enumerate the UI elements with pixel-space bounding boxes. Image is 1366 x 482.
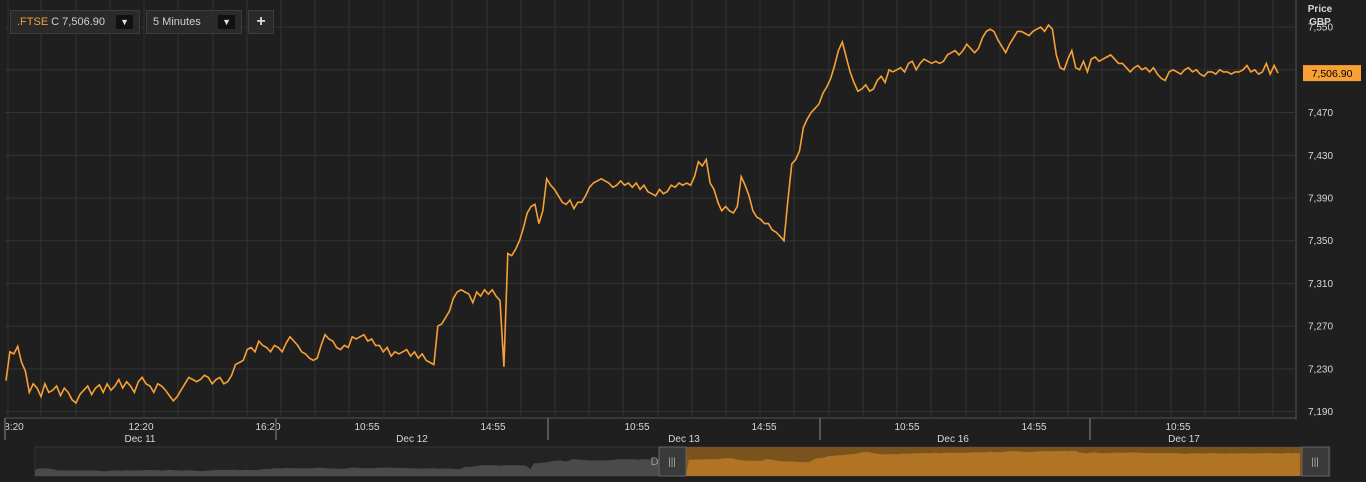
price-chart: 7,5507,5107,4707,4307,3907,3507,3107,270…: [4, 0, 1361, 477]
x-tick-label: 14:55: [751, 422, 776, 433]
chevron-down-icon[interactable]: ▼: [218, 15, 235, 29]
x-tick-label: 10:55: [354, 422, 379, 433]
last-price-marker: 7,506.90: [1303, 65, 1361, 82]
x-tick-label: 16:20: [255, 422, 280, 433]
y-tick-label: 7,350: [1308, 236, 1333, 247]
y-tick-label: 7,230: [1308, 364, 1333, 375]
chart-toolbar: .FTSE C 7,506.90 ▼ 5 Minutes ▼ +: [10, 10, 274, 34]
y-tick-label: 7,310: [1308, 279, 1333, 290]
x-tick-label: 14:55: [1021, 422, 1046, 433]
navigator-left-grip-icon: |||: [668, 457, 676, 468]
navigator-right-grip-icon: |||: [1311, 457, 1319, 468]
y-axis-title-price: Price: [1308, 4, 1333, 15]
y-tick-label: 7,190: [1308, 407, 1333, 418]
x-tick-label: 10:55: [894, 422, 919, 433]
x-date-label: Dec 13: [668, 434, 700, 445]
x-tick-label: 10:55: [1165, 422, 1190, 433]
x-date-label: Dec 17: [1168, 434, 1200, 445]
navigator: Dec 19 ||| |||: [34, 446, 1331, 477]
instrument-price: C 7,506.90: [51, 16, 105, 28]
y-axis: 7,5507,5107,4707,4307,3907,3507,3107,270…: [1308, 23, 1333, 419]
interval-selector[interactable]: 5 Minutes ▼: [146, 10, 242, 34]
x-date-label: Dec 12: [396, 434, 428, 445]
x-date-label: Dec 11: [125, 434, 156, 445]
y-axis-title-currency: GBP: [1309, 17, 1331, 28]
y-tick-label: 7,430: [1308, 151, 1333, 162]
x-date-label: Dec 16: [937, 434, 969, 445]
chart-grid: [5, 0, 1297, 420]
add-study-button[interactable]: +: [248, 10, 274, 34]
y-tick-label: 7,470: [1308, 108, 1333, 119]
instrument-ric: .FTSE: [17, 16, 49, 28]
series-line-ftse: [5, 23, 1279, 405]
y-tick-label: 7,270: [1308, 322, 1333, 333]
chevron-down-icon[interactable]: ▼: [116, 15, 133, 29]
x-tick-label: 14:55: [480, 422, 505, 433]
x-axis: 8:20 12:20 16:20 10:55 14:55 10:55 14:55 10:55 1…: [4, 418, 1200, 445]
x-tick-label: 12:20: [128, 422, 153, 433]
x-tick-label: 10:55: [624, 422, 649, 433]
x-tick-label: 8:20: [4, 422, 24, 433]
y-tick-label: 7,390: [1308, 193, 1333, 204]
last-price-label: 7,506.90: [1312, 68, 1353, 80]
instrument-selector[interactable]: .FTSE C 7,506.90 ▼: [10, 10, 140, 34]
interval-label: 5 Minutes: [153, 16, 201, 28]
